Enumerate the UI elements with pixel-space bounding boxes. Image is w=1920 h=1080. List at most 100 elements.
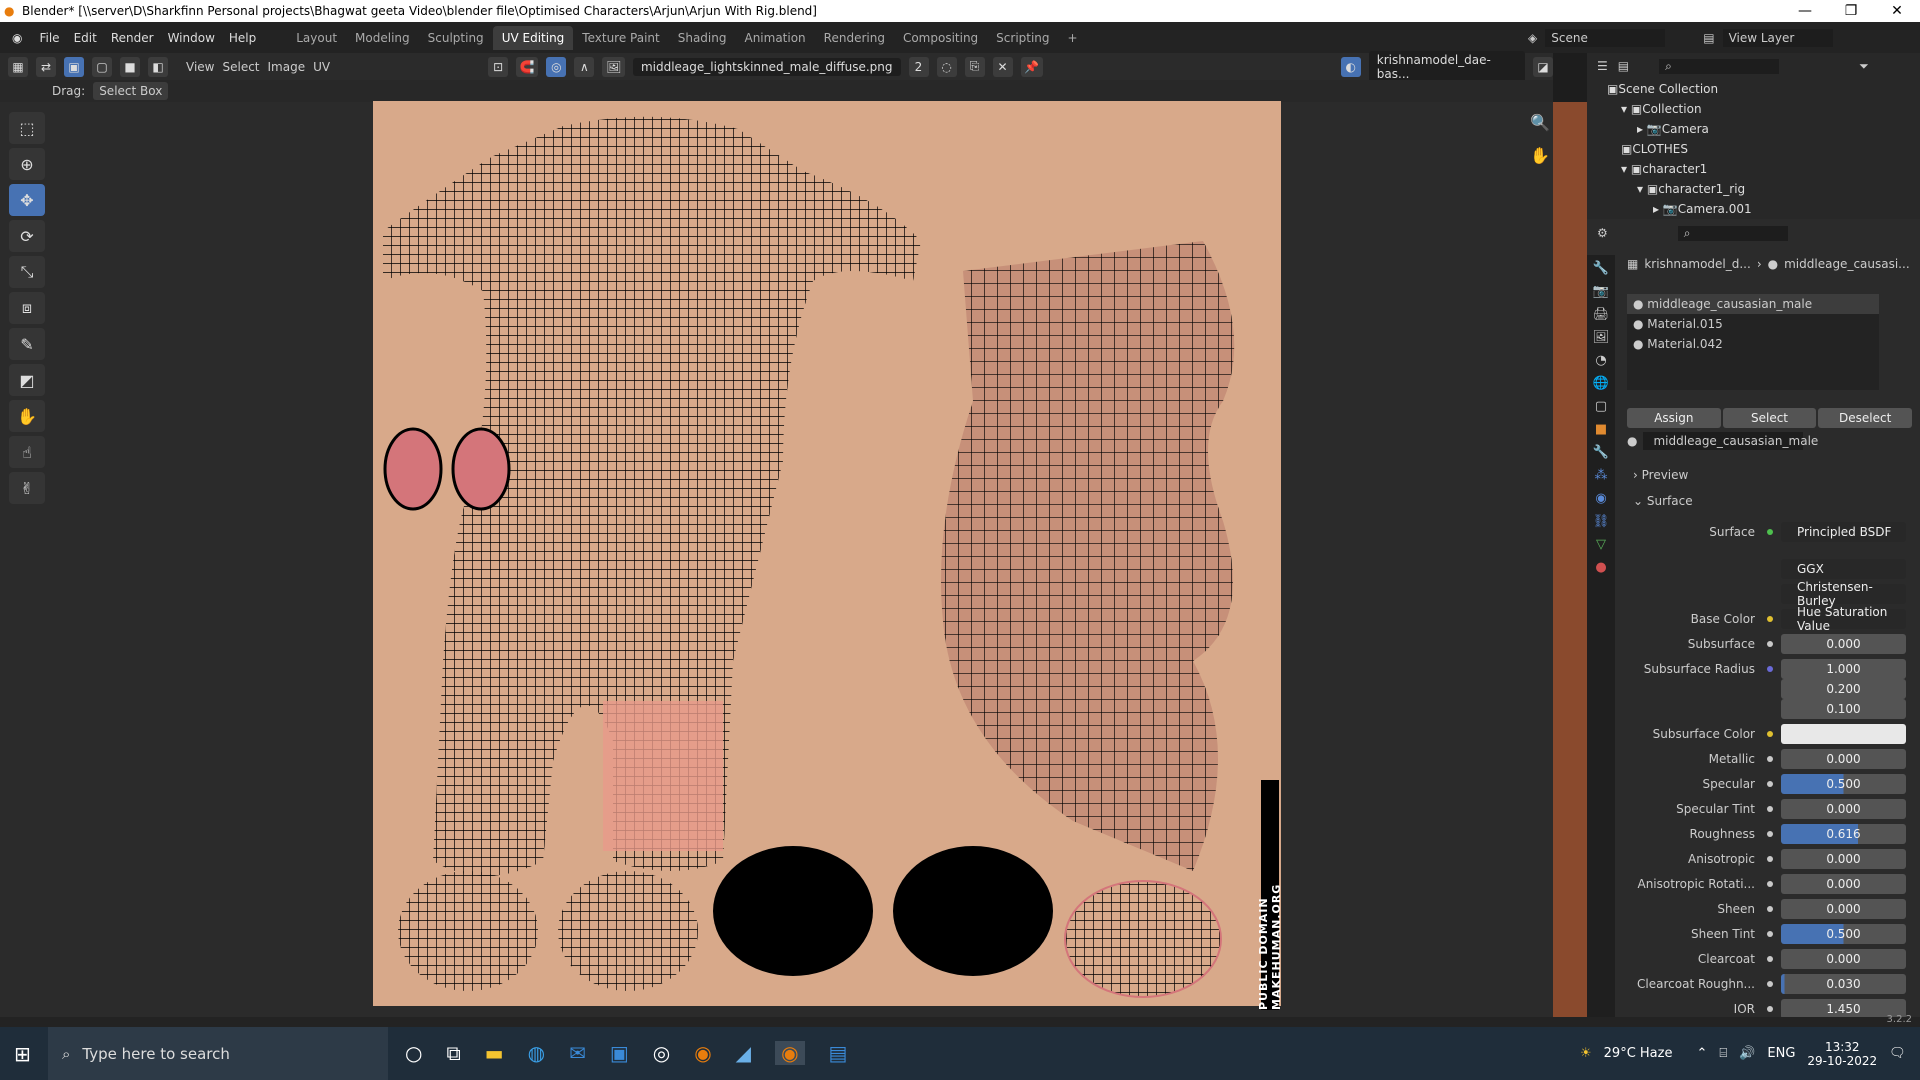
object-field[interactable]: krishnamodel_dae-bas... — [1368, 50, 1525, 83]
select-button[interactable]: Select — [1722, 408, 1817, 428]
language-indicator[interactable]: ENG — [1767, 1046, 1795, 1061]
grab-tool-icon[interactable]: ✋ — [9, 400, 45, 432]
taskbar-search[interactable]: ⌕ Type here to search — [48, 1027, 388, 1080]
zoom-icon[interactable]: 🔍 — [1530, 113, 1550, 132]
base-color-field[interactable]: Hue Saturation Value — [1781, 605, 1906, 633]
menu-file[interactable]: File — [32, 31, 66, 45]
tab-compositing[interactable]: Compositing — [894, 26, 987, 50]
material-slot[interactable]: ● Material.015 — [1627, 314, 1879, 334]
falloff-icon[interactable]: ∧ — [574, 56, 595, 77]
scene-field[interactable]: Scene — [1545, 28, 1666, 47]
relax-tool-icon[interactable]: ☝ — [9, 436, 45, 468]
image-browse-icon[interactable]: 🖼 — [602, 56, 625, 77]
edge-icon[interactable]: ◍ — [528, 1041, 545, 1065]
tab-texture-paint[interactable]: Texture Paint — [573, 26, 668, 50]
display-mode-icon[interactable]: ▤ — [1618, 59, 1629, 73]
image-users-count[interactable]: 2 — [908, 56, 929, 77]
close-window-button[interactable]: ✕ — [1874, 0, 1920, 22]
pan-hand-icon[interactable]: ✋ — [1530, 146, 1550, 165]
blender-active-icon[interactable]: ◉ — [775, 1041, 805, 1065]
volume-icon[interactable]: 🔊 — [1739, 1046, 1755, 1061]
tab-uv-editing[interactable]: UV Editing — [492, 25, 574, 50]
outliner-search-icon[interactable]: ⌕ — [1659, 58, 1780, 74]
file-explorer-icon[interactable]: ▬ — [485, 1041, 504, 1065]
scene-icon[interactable]: ◈ — [1528, 31, 1537, 45]
vertex-select-icon[interactable]: ▣ — [64, 56, 84, 77]
subsurface-color-swatch[interactable] — [1781, 724, 1906, 744]
tab-modeling[interactable]: Modeling — [346, 26, 419, 50]
image-name-field[interactable]: middleage_lightskinned_male_diffuse.png — [632, 57, 901, 76]
view-layer-tab-icon[interactable]: 🖼 — [1593, 330, 1610, 345]
tab-scripting[interactable]: Scripting — [987, 26, 1058, 50]
deselect-button[interactable]: Deselect — [1818, 408, 1913, 428]
snap-icon[interactable]: 🧲 — [516, 56, 539, 77]
display-channels-icon[interactable]: ◪ — [1533, 56, 1553, 77]
pivot-icon[interactable]: ⊡ — [488, 56, 509, 77]
constraints-tab-icon[interactable]: ⛓ — [1593, 514, 1610, 529]
uv-texture-canvas[interactable] — [373, 101, 1281, 1006]
outliner-item[interactable]: ▣ CLOTHES — [1607, 139, 1920, 159]
network-icon[interactable]: ⌸ — [1719, 1046, 1727, 1061]
particles-tab-icon[interactable]: ⁂ — [1595, 468, 1608, 483]
tab-rendering[interactable]: Rendering — [815, 26, 894, 50]
modifier-tab-icon[interactable]: 🔧 — [1593, 445, 1609, 460]
view-layer-icon[interactable]: ▤ — [1703, 31, 1714, 45]
view-menu[interactable]: View — [186, 60, 214, 74]
notification-icon[interactable]: 🗨 — [1889, 1046, 1906, 1061]
transform-tool-icon[interactable]: ⧈ — [9, 292, 45, 324]
new-image-icon[interactable]: ⎘ — [964, 56, 985, 77]
outliner-item[interactable]: ▸ 📷 Camera — [1607, 119, 1920, 139]
properties-search-icon[interactable]: ⌕ — [1677, 225, 1788, 241]
island-select-icon[interactable]: ◧ — [148, 56, 168, 77]
outliner-item[interactable]: ▣ Scene Collection — [1607, 79, 1920, 99]
tab-shading[interactable]: Shading — [669, 26, 736, 50]
distribution-dropdown[interactable]: GGX — [1781, 559, 1906, 579]
menu-render[interactable]: Render — [104, 31, 161, 45]
outliner-item[interactable]: ▸ 📷 Camera.001 — [1607, 199, 1920, 219]
pinch-tool-icon[interactable]: ✌ — [9, 472, 45, 504]
output-tab-icon[interactable]: 🖨 — [1593, 307, 1610, 322]
edge-select-icon[interactable]: ▢ — [92, 56, 112, 77]
minimize-button[interactable]: — — [1782, 0, 1828, 22]
select-box-tool-icon[interactable]: ⬚ — [9, 112, 45, 144]
material-slot[interactable]: ● Material.042 — [1627, 334, 1879, 354]
unlink-image-icon[interactable]: ✕ — [992, 56, 1013, 77]
weather-text[interactable]: 29°C Haze — [1604, 1046, 1673, 1061]
outliner-item[interactable]: ▾ ▣ character1 — [1607, 159, 1920, 179]
move-tool-icon[interactable]: ✥ — [9, 184, 45, 216]
tab-animation[interactable]: Animation — [735, 26, 814, 50]
clock[interactable]: 13:32 29-10-2022 — [1807, 1040, 1877, 1068]
annotate-tool-icon[interactable]: ✎ — [9, 328, 45, 360]
collection-tab-icon[interactable]: ▢ — [1595, 399, 1607, 414]
maximize-button[interactable]: ❐ — [1828, 0, 1874, 22]
tab-sculpting[interactable]: Sculpting — [419, 26, 493, 50]
image-menu[interactable]: Image — [268, 60, 306, 74]
material-tab-icon[interactable]: ● — [1595, 560, 1606, 575]
add-workspace-icon[interactable]: + — [1059, 26, 1087, 50]
cortana-icon[interactable]: ○ — [405, 1041, 422, 1065]
data-tab-icon[interactable]: ▽ — [1596, 537, 1606, 552]
select-menu[interactable]: Select — [222, 60, 259, 74]
proportional-edit-icon[interactable]: ◎ — [546, 56, 567, 77]
preview-panel-header[interactable]: › Preview — [1633, 468, 1688, 482]
cursor-tool-icon[interactable]: ⊕ — [9, 148, 45, 180]
blender-menu-icon[interactable]: ◉ — [6, 31, 28, 45]
drag-select-dropdown[interactable]: Select Box — [93, 82, 169, 100]
tool-tab-icon[interactable]: 🔧 — [1593, 261, 1609, 276]
fake-user-icon[interactable]: ◌ — [936, 56, 957, 77]
store-icon[interactable]: ▣ — [610, 1041, 629, 1065]
task-view-icon[interactable]: ⧉ — [446, 1041, 460, 1065]
material-browse-icon[interactable]: ● — [1627, 434, 1637, 448]
outliner-item[interactable]: ▾ ▣ character1_rig — [1607, 179, 1920, 199]
surface-panel-header[interactable]: ⌄ Surface — [1633, 494, 1693, 508]
menu-edit[interactable]: Edit — [67, 31, 104, 45]
material-name-field[interactable]: middleage_causasian_male — [1643, 432, 1818, 450]
world-tab-icon[interactable]: 🌐 — [1593, 376, 1609, 391]
pin-icon[interactable]: 📌 — [1020, 56, 1043, 77]
editor-type-icon[interactable]: ▦ — [8, 56, 28, 77]
outliner-item[interactable]: ▾ ▣ Collection — [1607, 99, 1920, 119]
surface-shader-field[interactable]: Principled BSDF — [1781, 522, 1906, 542]
physics-tab-icon[interactable]: ◉ — [1595, 491, 1606, 506]
3d-viewport-strip[interactable] — [1553, 102, 1587, 1017]
object-tab-icon[interactable]: ■ — [1595, 422, 1607, 437]
